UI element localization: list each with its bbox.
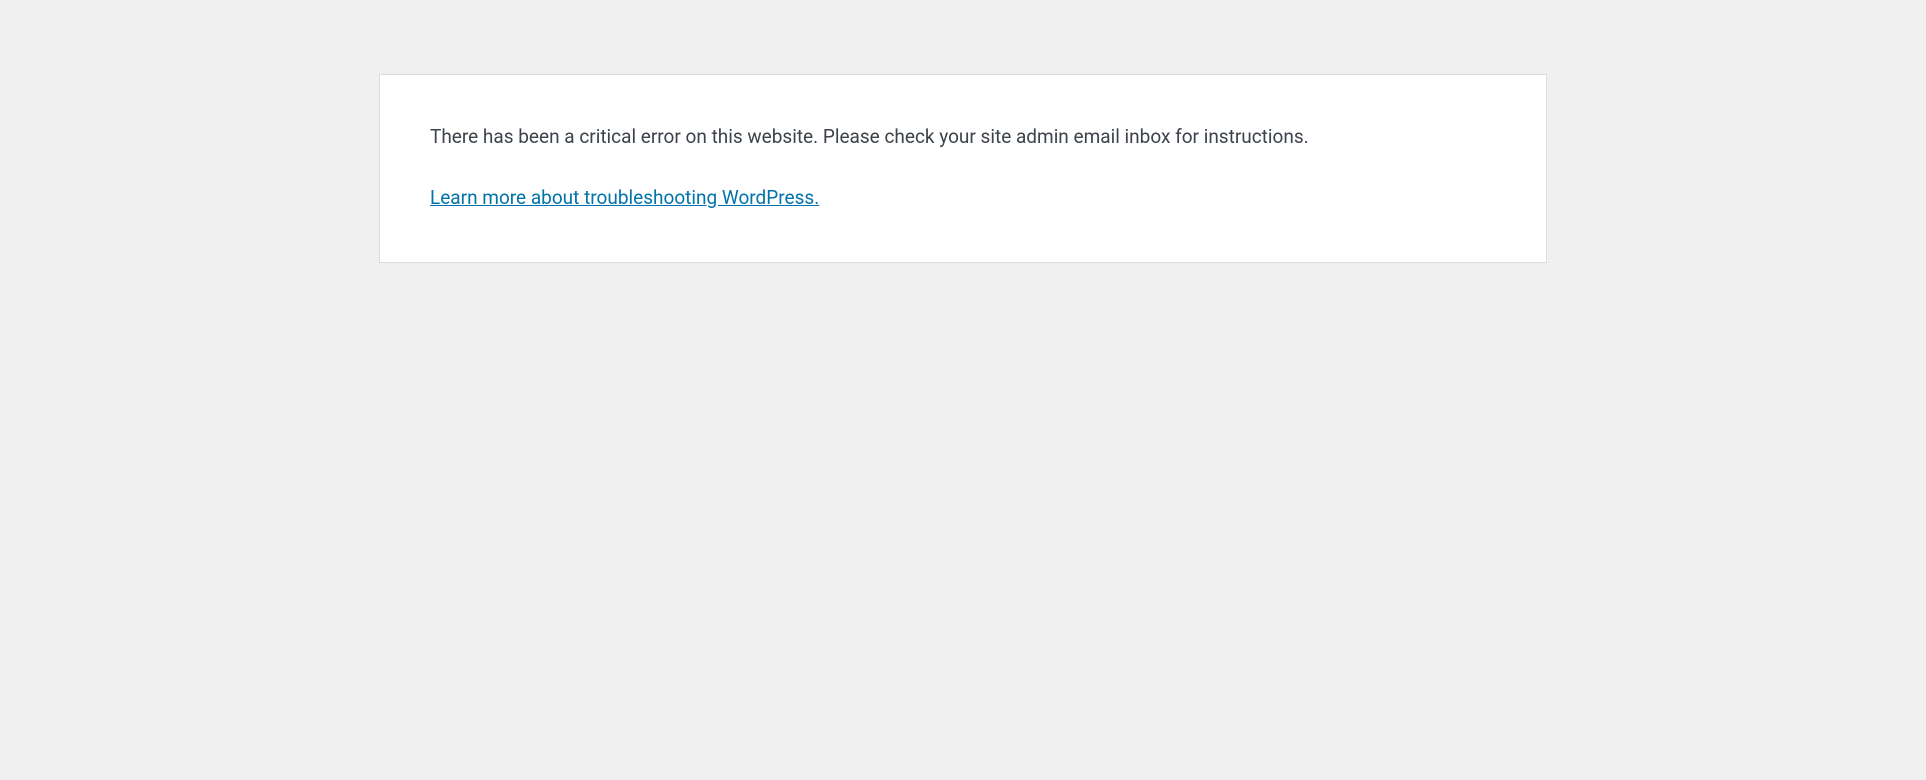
error-message-text: There has been a critical error on this … xyxy=(430,123,1496,152)
troubleshoot-link[interactable]: Learn more about troubleshooting WordPre… xyxy=(430,184,819,213)
error-container: There has been a critical error on this … xyxy=(379,74,1547,263)
